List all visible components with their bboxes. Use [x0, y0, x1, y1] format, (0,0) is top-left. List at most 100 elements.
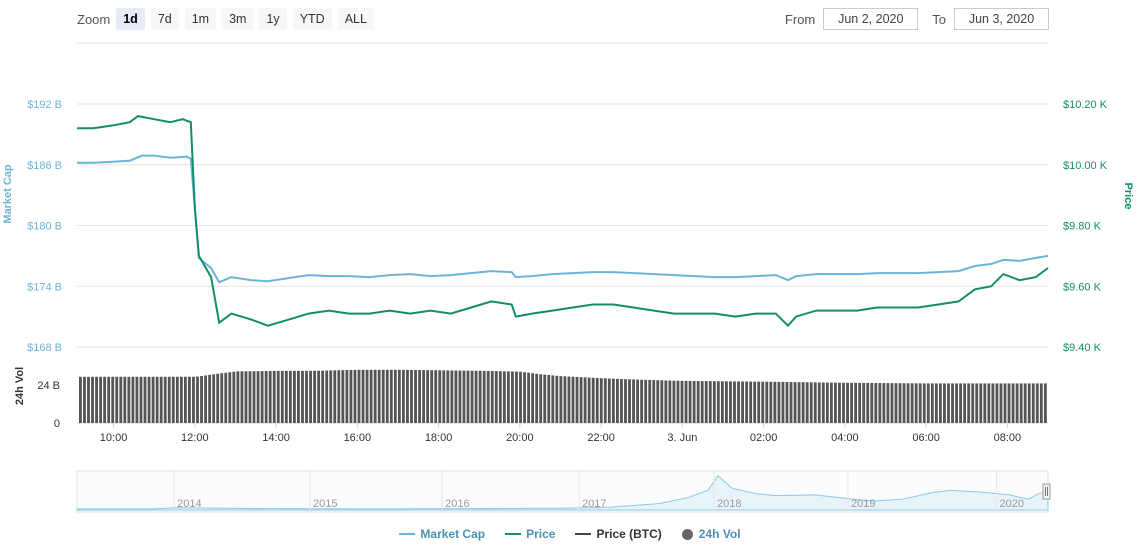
- volume-bar: [842, 382, 845, 423]
- price-line: [77, 115, 1049, 328]
- volume-bar: [297, 370, 300, 423]
- volume-bar: [712, 381, 716, 423]
- volume-bar: [971, 383, 975, 423]
- volume-bar: [345, 370, 349, 423]
- volume-bar: [103, 376, 107, 423]
- volume-bar: [458, 370, 462, 423]
- volume-bar: [256, 371, 260, 423]
- volume-bar: [268, 370, 272, 423]
- volume-bar: [1023, 383, 1027, 423]
- navigator-tick-label: 2020: [1000, 498, 1024, 510]
- volume-bar: [555, 375, 559, 423]
- volume-bar: [99, 376, 103, 423]
- volume-bar: [607, 378, 611, 423]
- volume-bar: [397, 369, 401, 423]
- volume-bar: [414, 370, 417, 423]
- volume-bar: [438, 370, 442, 423]
- volume-bar: [377, 369, 381, 423]
- volume-bar: [426, 370, 430, 423]
- volume-bar: [922, 383, 926, 423]
- volume-bar: [624, 379, 627, 423]
- volume-bar: [708, 381, 712, 423]
- volume-bar: [611, 378, 615, 423]
- volume-bar: [975, 383, 979, 423]
- volume-bar: [313, 370, 317, 423]
- volume-bar: [959, 383, 963, 423]
- volume-bar: [801, 382, 805, 423]
- volume-bar: [410, 369, 413, 423]
- volume-bar: [264, 371, 268, 423]
- volume-bar: [179, 376, 183, 423]
- volume-bar: [559, 376, 563, 423]
- volume-bar: [882, 383, 886, 423]
- volume-bar: [854, 382, 858, 423]
- volume-bar: [151, 376, 155, 423]
- navigator-tick-label: 2014: [177, 498, 201, 510]
- volume-bar: [672, 380, 676, 423]
- volume-bar: [858, 382, 862, 423]
- volume-bar: [648, 379, 652, 423]
- legend-item-price-btc[interactable]: Price (BTC): [575, 527, 662, 541]
- volume-bar: [700, 381, 704, 423]
- volume-bar: [846, 382, 849, 423]
- volume-axis-title: 24h Vol: [14, 366, 26, 406]
- volume-bar: [418, 370, 421, 423]
- navigator-handle[interactable]: [1042, 483, 1051, 500]
- volume-bar: [494, 371, 498, 423]
- navigator-tick-label: 2018: [717, 498, 741, 510]
- volume-bar: [753, 381, 757, 423]
- volume-bar: [684, 380, 688, 423]
- volume-bar: [470, 370, 474, 423]
- left-tick-label: $180 B: [27, 221, 62, 233]
- volume-bar: [135, 376, 139, 423]
- volume-bar: [1039, 383, 1043, 423]
- volume-bar: [139, 376, 143, 423]
- volume-bar: [890, 383, 894, 423]
- volume-bar: [688, 380, 692, 423]
- volume-bar: [192, 376, 195, 423]
- volume-bar: [317, 370, 321, 423]
- volume-bar: [563, 376, 567, 423]
- volume-bar: [143, 376, 147, 423]
- volume-bar: [947, 383, 950, 423]
- volume-bar: [716, 381, 720, 423]
- volume-bar: [571, 376, 575, 423]
- volume-bar: [773, 381, 777, 423]
- legend-item-market-cap[interactable]: Market Cap: [399, 527, 485, 541]
- volume-bar: [620, 378, 623, 423]
- volume-bar: [898, 383, 902, 423]
- legend-item-price[interactable]: Price: [505, 527, 555, 541]
- volume-bar: [813, 382, 817, 423]
- volume-bar: [506, 371, 510, 423]
- volume-bar: [228, 372, 232, 423]
- volume-bar: [385, 369, 389, 423]
- x-tick-label: 16:00: [344, 432, 372, 444]
- volume-bar: [660, 380, 664, 423]
- volume-bar: [167, 376, 171, 423]
- volume-bar: [454, 370, 458, 423]
- left-tick-label: $192 B: [27, 99, 62, 111]
- volume-bar: [850, 382, 853, 423]
- volume-bar: [870, 382, 874, 423]
- volume-bar: [587, 377, 591, 423]
- volume-bar: [155, 376, 159, 423]
- right-tick-label: $9.60 K: [1063, 281, 1102, 293]
- legend-label-price-btc: Price (BTC): [596, 527, 662, 541]
- navigator-tick-label: 2019: [851, 498, 875, 510]
- volume-bar: [200, 375, 203, 423]
- legend: Market Cap Price Price (BTC) 24h Vol: [0, 527, 1140, 541]
- volume-bar: [995, 383, 999, 423]
- volume-bar: [482, 370, 486, 423]
- volume-bar: [422, 370, 426, 423]
- volume-bar: [551, 375, 555, 423]
- volume-bar: [874, 383, 878, 423]
- volume-bar: [83, 376, 86, 423]
- legend-swatch-volume: [681, 528, 693, 540]
- volume-bar: [926, 383, 930, 423]
- volume-bar: [987, 383, 991, 423]
- volume-bar: [353, 369, 357, 423]
- volume-bar: [930, 383, 934, 423]
- volume-bar: [599, 378, 603, 423]
- volume-bar: [115, 376, 119, 423]
- legend-item-volume[interactable]: 24h Vol: [681, 527, 741, 541]
